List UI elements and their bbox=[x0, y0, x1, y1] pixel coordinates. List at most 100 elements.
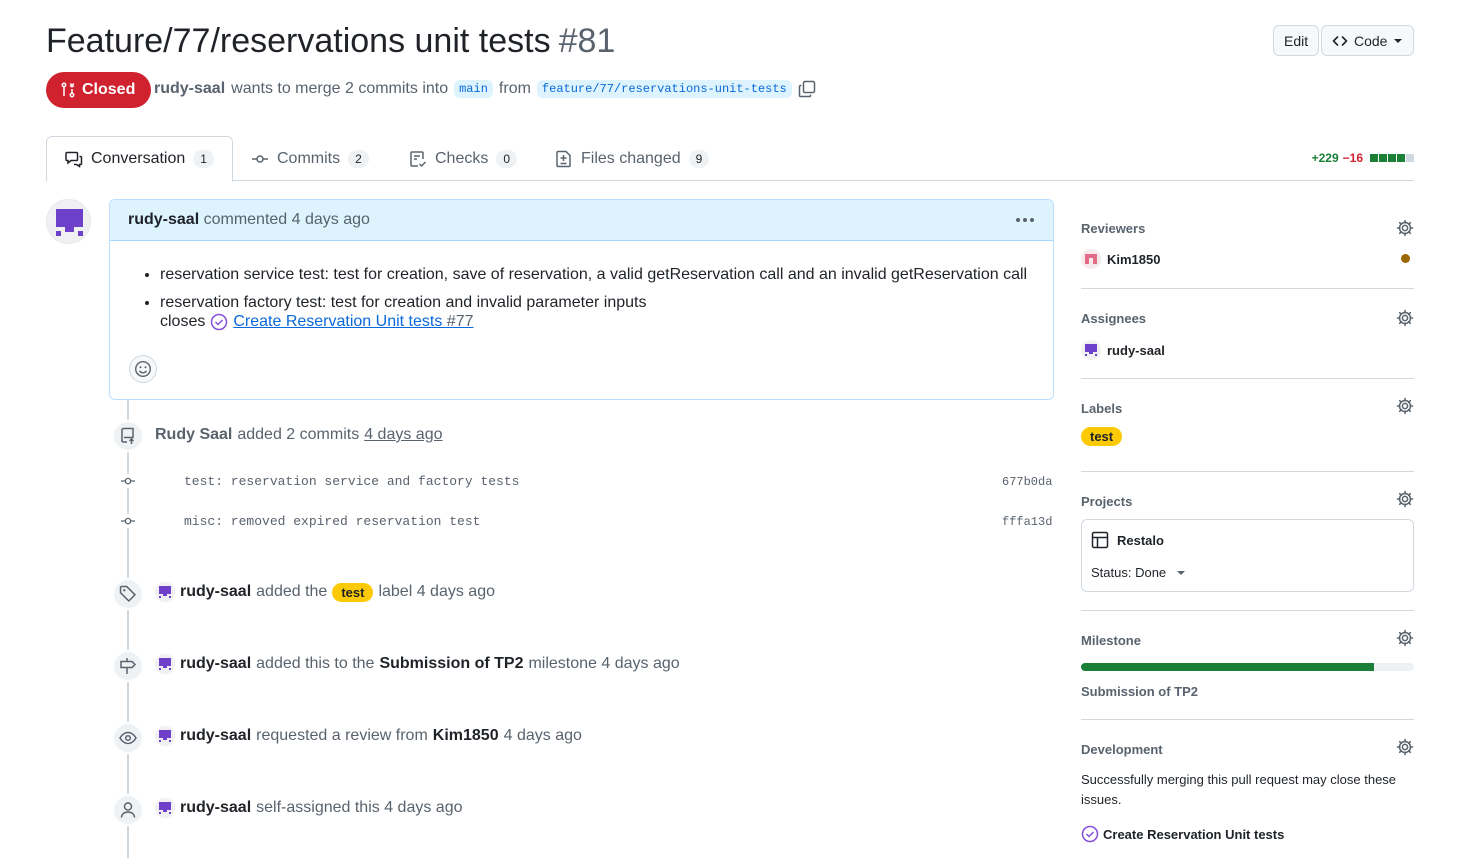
project-link[interactable]: Restalo bbox=[1091, 531, 1164, 549]
edit-button-label: Edit bbox=[1284, 32, 1309, 49]
issue-closed-icon bbox=[1081, 825, 1099, 843]
tab-commits[interactable]: Commits 2 bbox=[233, 136, 387, 181]
review-event-reviewer[interactable]: Kim1850 bbox=[433, 727, 499, 745]
sidebar-reviewers: Reviewers Kim1850 bbox=[1081, 214, 1414, 289]
pending-review-dot bbox=[1401, 254, 1410, 263]
tab-conversation[interactable]: Conversation 1 bbox=[46, 136, 233, 182]
tag-badge bbox=[112, 578, 144, 610]
tab-files-changed-count: 9 bbox=[688, 149, 710, 168]
comment-author-avatar[interactable] bbox=[46, 199, 91, 244]
tab-checks-count: 0 bbox=[496, 149, 518, 168]
table-icon bbox=[1091, 531, 1109, 549]
pr-meta: rudy-saal wants to merge 2 commits into … bbox=[154, 80, 816, 98]
project-card: Restalo Status: Done bbox=[1081, 519, 1414, 592]
reviewer-row[interactable]: Kim1850 bbox=[1081, 249, 1160, 269]
sidebar-labels: Labels test bbox=[1081, 394, 1414, 472]
review-event-author[interactable]: rudy-saal bbox=[180, 727, 251, 745]
pr-tabs: Conversation 1 Commits 2 Checks 0 Files … bbox=[46, 136, 1414, 182]
gear-icon[interactable] bbox=[1396, 219, 1414, 237]
project-status-dropdown[interactable]: Status: Done bbox=[1091, 565, 1186, 580]
commit-message-link[interactable]: misc: removed expired reservation test bbox=[184, 514, 480, 529]
comment-author[interactable]: rudy-saal bbox=[128, 211, 199, 228]
add-reaction-button[interactable] bbox=[129, 355, 157, 383]
label-test-badge[interactable]: test bbox=[332, 582, 374, 602]
tag-icon bbox=[119, 585, 137, 603]
avatar[interactable] bbox=[155, 654, 175, 674]
assign-event: rudy-saal self-assigned this 4 days ago bbox=[155, 798, 462, 818]
code-icon bbox=[1332, 33, 1348, 49]
label-test-badge[interactable]: test bbox=[1081, 427, 1123, 446]
issue-link[interactable]: Create Reservation Unit tests #77 bbox=[233, 313, 473, 331]
code-button-label: Code bbox=[1354, 32, 1388, 49]
label-event-pre: added the bbox=[256, 583, 328, 600]
tab-checks[interactable]: Checks 0 bbox=[391, 136, 535, 181]
assign-event-text: self-assigned this 4 days ago bbox=[256, 799, 463, 816]
pr-title-text: Feature/77/reservations unit tests bbox=[46, 22, 551, 60]
pr-number: #81 bbox=[558, 22, 616, 60]
edit-button[interactable]: Edit bbox=[1273, 25, 1320, 56]
assignee-name: rudy-saal bbox=[1107, 342, 1165, 358]
reviewer-name: Kim1850 bbox=[1107, 251, 1161, 267]
person-badge bbox=[112, 794, 144, 826]
git-commit-icon bbox=[121, 474, 135, 488]
assign-event-author[interactable]: rudy-saal bbox=[180, 799, 251, 817]
kebab-menu-icon[interactable] bbox=[1015, 217, 1035, 223]
gear-icon[interactable] bbox=[1396, 738, 1414, 756]
project-name: Restalo bbox=[1117, 532, 1164, 548]
assignee-row[interactable]: rudy-saal bbox=[1081, 340, 1165, 360]
head-branch[interactable]: feature/77/reservations-unit-tests bbox=[536, 80, 792, 98]
tab-conversation-count: 1 bbox=[193, 150, 214, 168]
gear-icon[interactable] bbox=[1396, 490, 1414, 508]
tab-conversation-label: Conversation bbox=[91, 150, 186, 167]
code-button[interactable]: Code bbox=[1321, 25, 1414, 56]
repo-push-icon bbox=[119, 427, 137, 445]
sidebar-labels-title: Labels bbox=[1081, 401, 1123, 416]
diffstat-additions: +229 bbox=[1311, 151, 1339, 165]
diffstat: +229 −16 bbox=[1312, 151, 1414, 165]
pr-description-comment: rudy-saal commented 4 days ago reservati… bbox=[109, 199, 1054, 400]
sidebar-assignees: Assignees rudy-saal bbox=[1081, 304, 1414, 379]
person-icon bbox=[119, 801, 137, 819]
gear-icon[interactable] bbox=[1396, 397, 1414, 415]
commit-message-link[interactable]: test: reservation service and factory te… bbox=[184, 474, 519, 489]
development-text: Successfully merging this pull request m… bbox=[1081, 772, 1397, 807]
commits-event-author[interactable]: Rudy Saal bbox=[155, 426, 232, 444]
milestone-link[interactable]: Submission of TP2 bbox=[1081, 684, 1198, 699]
milestone-event-post: milestone 4 days ago bbox=[528, 655, 680, 672]
closes-line: closes Create Reservation Unit tests #77 bbox=[160, 313, 474, 331]
avatar[interactable] bbox=[155, 582, 175, 602]
review-event-post: 4 days ago bbox=[503, 727, 582, 744]
review-event: rudy-saal requested a review from Kim185… bbox=[155, 726, 582, 746]
avatar[interactable] bbox=[155, 798, 175, 818]
repo-push-badge bbox=[112, 420, 144, 452]
commits-event-text: added 2 commits bbox=[237, 426, 360, 443]
avatar bbox=[1081, 340, 1101, 360]
gear-icon[interactable] bbox=[1396, 629, 1414, 647]
development-issue-link[interactable]: Create Reservation Unit tests bbox=[1081, 825, 1284, 843]
project-status: Status: Done bbox=[1091, 565, 1167, 580]
pr-author-link[interactable]: rudy-saal bbox=[154, 80, 225, 98]
label-event: rudy-saal added the test label 4 days ag… bbox=[155, 582, 495, 602]
base-branch[interactable]: main bbox=[454, 80, 493, 98]
milestone-event-pre: added this to the bbox=[256, 655, 375, 672]
commits-event-time[interactable]: 4 days ago bbox=[364, 426, 442, 444]
checklist-icon bbox=[409, 150, 427, 168]
state-badge: Closed bbox=[46, 72, 152, 108]
commit-sha-link[interactable]: 677b0da bbox=[1002, 475, 1052, 489]
comment-meta: commented 4 days ago bbox=[203, 211, 370, 228]
milestone-event-link[interactable]: Submission of TP2 bbox=[379, 655, 523, 673]
commit-sha-link[interactable]: fffa13d bbox=[1002, 515, 1052, 529]
gear-icon[interactable] bbox=[1396, 309, 1414, 327]
diffstat-blocks bbox=[1369, 154, 1414, 162]
label-event-post: label 4 days ago bbox=[378, 583, 495, 600]
review-event-pre: requested a review from bbox=[256, 727, 428, 744]
label-event-author[interactable]: rudy-saal bbox=[180, 583, 251, 601]
milestone-event-author[interactable]: rudy-saal bbox=[180, 655, 251, 673]
eye-icon bbox=[119, 729, 137, 747]
copy-icon[interactable] bbox=[798, 80, 816, 98]
diffstat-deletions: −16 bbox=[1342, 151, 1363, 165]
tab-files-changed[interactable]: Files changed 9 bbox=[537, 136, 727, 181]
avatar[interactable] bbox=[155, 726, 175, 746]
pr-closed-icon bbox=[60, 82, 76, 98]
merge-text: wants to merge 2 commits into bbox=[231, 80, 449, 97]
